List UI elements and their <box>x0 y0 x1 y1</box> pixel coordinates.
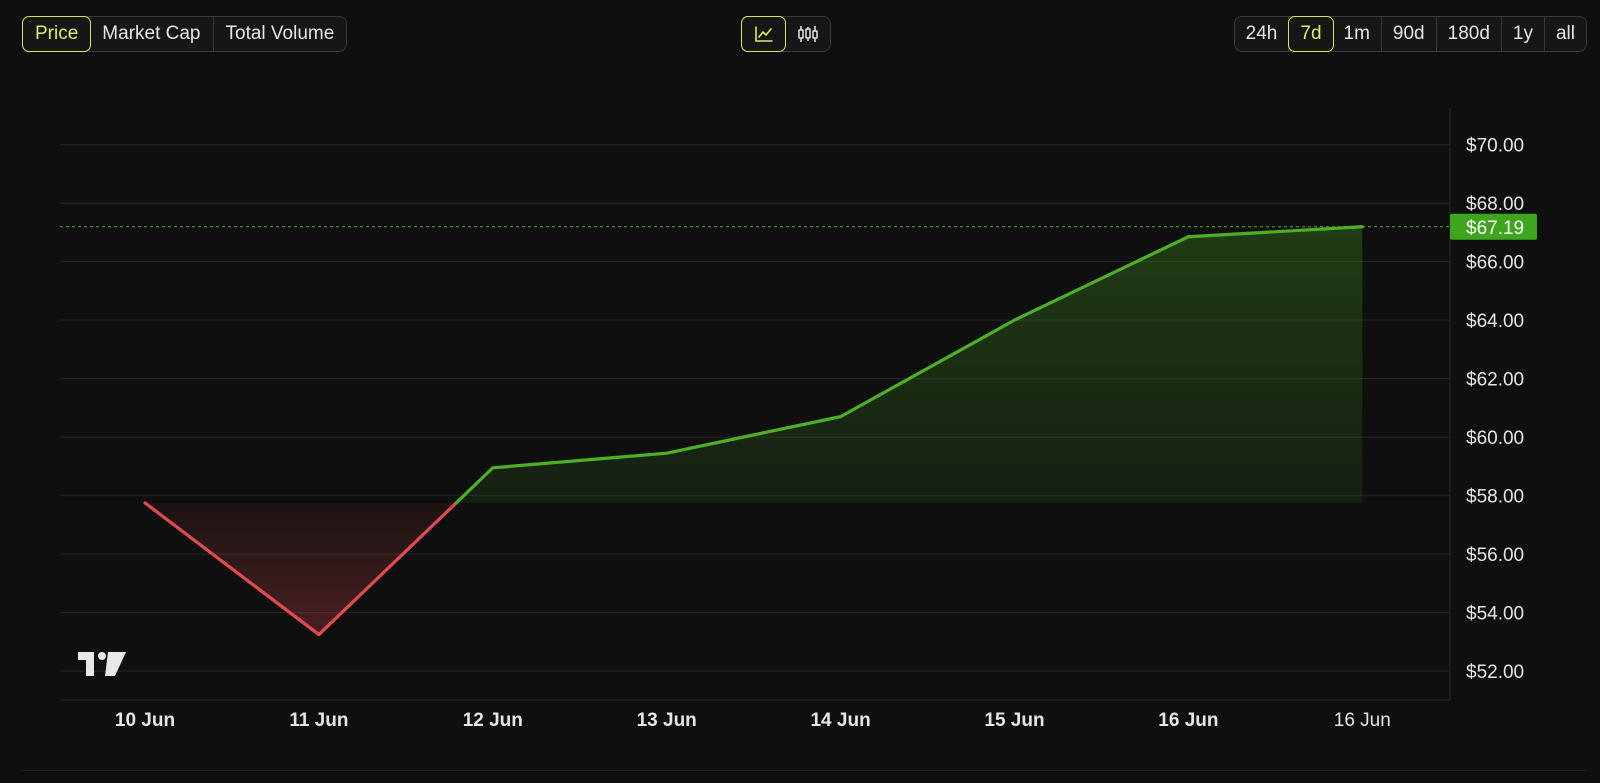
chart-area[interactable]: $52.00 $54.00 $56.00 $58.00 $60.00 $62.00 $64.… <box>0 0 1600 783</box>
line-chart-button[interactable] <box>741 16 786 52</box>
x-tick-label: 10 Jun <box>115 710 175 731</box>
y-tick-label: $60.00 <box>1466 428 1524 449</box>
line-chart-icon <box>754 26 773 42</box>
range-7d[interactable]: 7d <box>1288 16 1334 52</box>
below-baseline-area <box>145 502 457 635</box>
x-tick-label: 15 Jun <box>984 710 1044 731</box>
x-tick-label: 16 Jun <box>1158 710 1218 731</box>
tradingview-logo-icon <box>78 652 126 676</box>
x-tick-label: 12 Jun <box>463 710 523 731</box>
above-baseline-area <box>456 226 1363 503</box>
y-tick-label: $66.00 <box>1466 253 1524 274</box>
price-chart-widget: Price Market Cap Total Volume 24h 7d 1m … <box>0 0 1600 783</box>
y-tick-label: $54.00 <box>1466 604 1524 625</box>
y-tick-label: $52.00 <box>1466 662 1524 683</box>
x-tick-label: 16 Jun <box>1334 710 1391 731</box>
x-tick-label: 14 Jun <box>810 710 870 731</box>
y-tick-label: $70.00 <box>1466 136 1524 157</box>
x-tick-label: 13 Jun <box>637 710 697 731</box>
y-tick-label: $68.00 <box>1466 194 1524 215</box>
x-tick-label: 11 Jun <box>289 710 348 731</box>
price-line-chart[interactable]: $52.00 $54.00 $56.00 $58.00 $60.00 $62.00 $64.… <box>0 0 1600 783</box>
y-tick-label: $58.00 <box>1466 487 1524 508</box>
y-tick-label: $64.00 <box>1466 311 1524 332</box>
y-tick-label: $56.00 <box>1466 545 1524 566</box>
current-price-label: $67.19 <box>1466 218 1524 239</box>
metric-tab-price[interactable]: Price <box>22 16 92 52</box>
y-tick-label: $62.00 <box>1466 370 1524 391</box>
bottom-divider <box>22 770 1587 771</box>
